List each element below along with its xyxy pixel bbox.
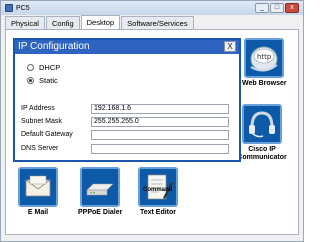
- minimize-button[interactable]: _: [255, 3, 269, 13]
- ip-configuration-dialog: IP Configuration X DHCP Static IP Addres…: [13, 38, 241, 162]
- dns-server-label: DNS Server: [21, 145, 59, 152]
- dialog-close-button[interactable]: X: [224, 41, 236, 52]
- pppoe-dialer-label: PPPoE Dialer: [78, 209, 123, 216]
- static-label: Static: [39, 76, 58, 85]
- envelope-icon: [18, 167, 58, 207]
- headset-icon: [242, 104, 282, 144]
- app-icon: [5, 4, 13, 12]
- tab-config[interactable]: Config: [45, 16, 80, 29]
- subnet-mask-input[interactable]: 255.255.255.0: [91, 116, 229, 127]
- tab-physical[interactable]: Physical: [5, 16, 45, 29]
- dialog-title-bar[interactable]: IP Configuration X: [15, 40, 239, 54]
- tab-desktop[interactable]: Desktop: [80, 15, 121, 29]
- tab-software-services[interactable]: Software/Services: [121, 16, 194, 29]
- cisco-ip-communicator-app[interactable]: Cisco IP Communicator: [234, 104, 290, 162]
- text-editor-label: Text Editor: [139, 209, 177, 216]
- ip-address-row: IP Address 192.168.1.6: [21, 103, 231, 114]
- maximize-button[interactable]: □: [270, 3, 284, 13]
- ip-address-input[interactable]: 192.168.1.6: [91, 103, 229, 114]
- dns-server-row: DNS Server: [21, 143, 231, 154]
- partially-hidden-icon-label: Command: [143, 187, 173, 193]
- ip-address-label: IP Address: [21, 105, 55, 112]
- dhcp-label: DHCP: [39, 63, 61, 72]
- cisco-ip-communicator-label: Cisco IP Communicator: [237, 146, 287, 161]
- default-gateway-input[interactable]: [91, 129, 229, 140]
- web-browser-icon: http: [244, 38, 285, 78]
- pppoe-dialer-app[interactable]: PPPoE Dialer: [78, 167, 122, 217]
- window-title: PC5: [16, 4, 30, 12]
- static-option[interactable]: Static: [27, 76, 58, 85]
- default-gateway-row: Default Gateway: [21, 129, 231, 140]
- email-label: E Mail: [27, 209, 49, 216]
- dns-server-input[interactable]: [91, 143, 229, 154]
- pc-window: PC5 _ □ x Physical Config Desktop Softwa…: [0, 0, 304, 242]
- tab-bar: Physical Config Desktop Software/Service…: [5, 15, 195, 29]
- web-browser-label: Web Browser: [242, 80, 287, 87]
- dialog-title: IP Configuration: [18, 41, 90, 52]
- dhcp-radio[interactable]: [27, 64, 34, 71]
- close-button[interactable]: x: [285, 3, 299, 13]
- subnet-mask-label: Subnet Mask: [21, 118, 62, 125]
- email-app[interactable]: E Mail: [18, 167, 58, 217]
- default-gateway-label: Default Gateway: [21, 131, 73, 138]
- web-browser-app[interactable]: http Web Browser: [242, 38, 287, 88]
- subnet-mask-row: Subnet Mask 255.255.255.0: [21, 116, 231, 127]
- modem-icon: [80, 167, 121, 207]
- title-bar[interactable]: PC5 _ □ x: [1, 1, 303, 15]
- dhcp-option[interactable]: DHCP: [27, 63, 60, 72]
- static-radio[interactable]: [27, 77, 34, 84]
- svg-text:http: http: [257, 53, 272, 61]
